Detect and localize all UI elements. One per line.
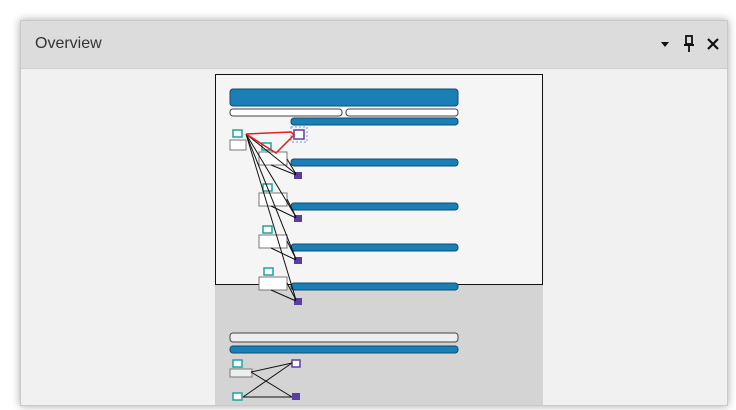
close-icon[interactable] xyxy=(705,34,721,54)
teal-node-icon xyxy=(229,359,253,378)
teal-node-icon xyxy=(229,129,247,151)
purple-node-icon xyxy=(292,393,300,400)
overview-panel: Overview xyxy=(20,20,728,406)
teal-node-icon xyxy=(258,267,288,291)
dropdown-arrow-icon[interactable] xyxy=(657,34,673,54)
purple-node-icon xyxy=(291,359,301,368)
lane-bar xyxy=(290,158,459,167)
lane-bar xyxy=(290,243,459,252)
overview-canvas[interactable] xyxy=(21,69,727,405)
titlebar-buttons xyxy=(657,31,721,57)
teal-node-icon xyxy=(232,392,243,401)
column-bar-right xyxy=(345,108,459,117)
column-bar-lower xyxy=(229,332,459,343)
lane-bar-lower xyxy=(229,345,459,354)
lane-bar xyxy=(290,202,459,211)
lane-bar xyxy=(290,282,459,291)
connector-lines-lower xyxy=(242,362,293,398)
pin-icon[interactable] xyxy=(681,34,697,54)
panel-title: Overview xyxy=(35,35,102,52)
teal-node-icon xyxy=(258,225,288,249)
panel-titlebar: Overview xyxy=(21,21,727,69)
column-bar-left xyxy=(229,108,343,117)
diagram-thumbnail xyxy=(229,88,459,401)
header-bar xyxy=(229,88,459,107)
lane-bar xyxy=(290,117,459,126)
